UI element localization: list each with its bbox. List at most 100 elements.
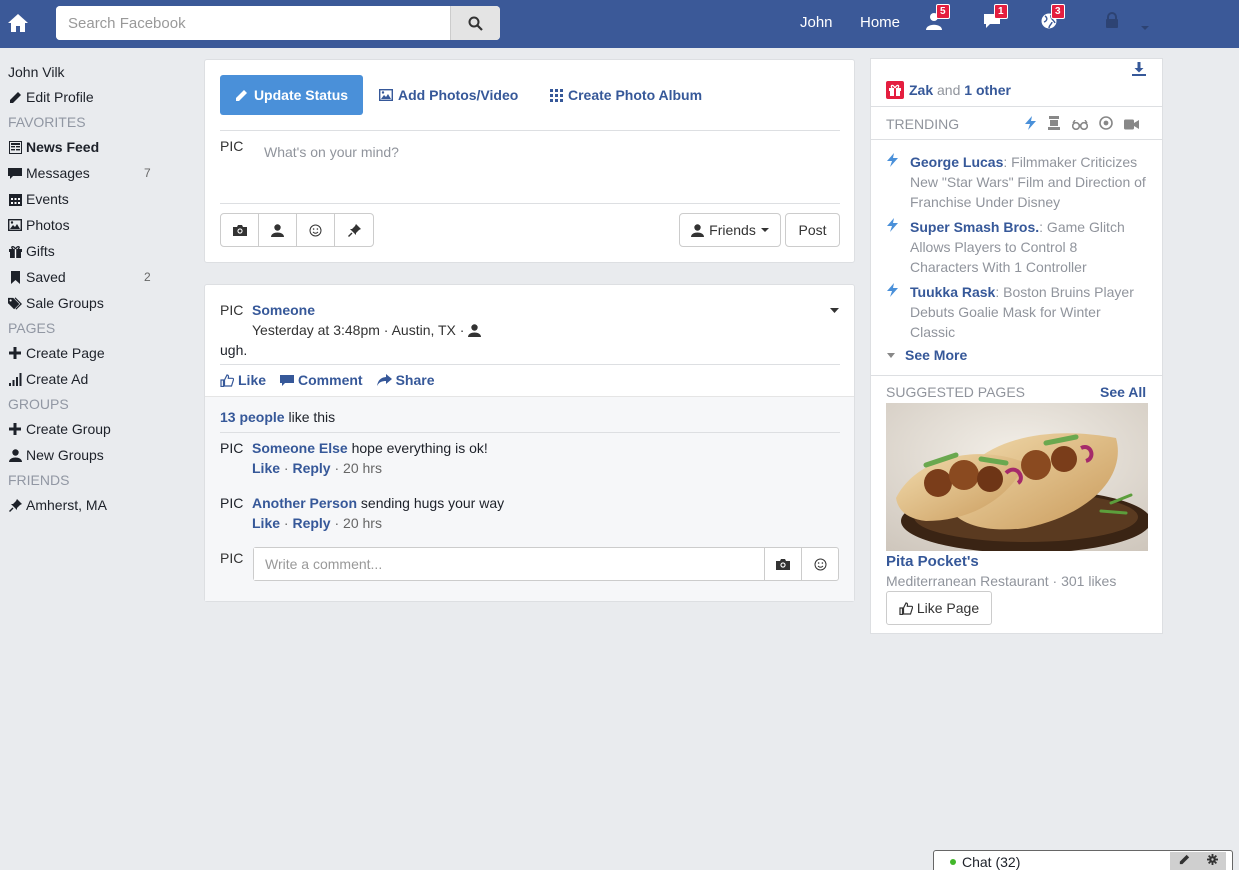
see-more-link[interactable]: See More: [887, 347, 967, 363]
birthday-name-link[interactable]: Zak: [909, 82, 933, 98]
home-icon[interactable]: [6, 10, 30, 36]
gear-icon: [1206, 854, 1218, 865]
likes-suffix: like this: [284, 409, 336, 425]
trending-filter-science[interactable]: [1071, 117, 1089, 133]
divider: [220, 203, 840, 204]
suggested-page-photo[interactable]: [886, 403, 1148, 551]
nav-home-link[interactable]: Home: [860, 14, 900, 31]
sidebar-item-label: Create Ad: [26, 371, 89, 387]
birthday-reminder: Zak and 1 other: [886, 81, 1011, 99]
nav-profile-link[interactable]: John: [800, 14, 833, 31]
birthday-other-link[interactable]: 1 other: [964, 82, 1011, 98]
comment-reply-link[interactable]: Reply: [292, 460, 330, 476]
comment-author-link[interactable]: Someone Else: [252, 440, 348, 456]
trending-item[interactable]: Tuukka Rask: Boston Bruins Player Debuts…: [887, 282, 1149, 342]
pushpin-icon: [8, 498, 22, 512]
sidebar-item-events[interactable]: Events: [8, 186, 158, 212]
comment-button[interactable]: Comment: [280, 372, 363, 388]
trending-filter-politics[interactable]: [1047, 116, 1061, 133]
sidebar-item-saved[interactable]: Saved 2: [8, 264, 158, 290]
sidebar-item-create-ad[interactable]: Create Ad: [8, 366, 158, 392]
update-status-button[interactable]: Update Status: [220, 75, 363, 115]
post-actions: Like Comment Share: [220, 372, 435, 388]
plus-icon: [8, 423, 22, 435]
add-photos-tab[interactable]: Add Photos/Video: [379, 87, 518, 103]
sidebar-item-label: Sale Groups: [26, 295, 104, 311]
audience-selector[interactable]: Friends: [679, 213, 781, 247]
like-button[interactable]: Like: [220, 372, 266, 388]
account-menu-button[interactable]: [1140, 18, 1164, 40]
trending-filter-sports[interactable]: [1099, 116, 1113, 133]
friend-requests-badge: 5: [936, 4, 950, 19]
like-page-button[interactable]: Like Page: [886, 591, 992, 625]
download-button[interactable]: [1132, 62, 1146, 79]
sidebar-item-create-page[interactable]: Create Page: [8, 340, 158, 366]
friend-requests-button[interactable]: 5: [925, 4, 950, 34]
sidebar-item-create-group[interactable]: Create Group: [8, 416, 158, 442]
trending-heading: TRENDING: [886, 116, 960, 132]
signal-bars-icon: [8, 372, 22, 386]
comment-like-link[interactable]: Like: [252, 515, 280, 531]
comment-actions: Like · Reply · 20 hrs: [252, 460, 382, 476]
comment-author-link[interactable]: Another Person: [252, 495, 357, 511]
post-meta: Yesterday at 3:48pm · Austin, TX ·: [252, 322, 482, 338]
divider: [220, 364, 840, 365]
trending-item[interactable]: Super Smash Bros.: Game Glitch Allows Pl…: [887, 217, 1149, 277]
messages-button[interactable]: 1: [983, 4, 1008, 34]
tag-friends-button[interactable]: [259, 214, 297, 246]
caret-down-icon: [1141, 26, 1149, 30]
camera-button[interactable]: [221, 214, 259, 246]
pencil-icon: [235, 89, 247, 101]
smiley-icon: [814, 558, 826, 570]
likes-count-link[interactable]: 13 people: [220, 409, 285, 425]
see-all-link[interactable]: See All: [1100, 384, 1146, 400]
comment-reply-link[interactable]: Reply: [292, 515, 330, 531]
post-button[interactable]: Post: [785, 213, 840, 247]
chat-settings-button[interactable]: [1206, 854, 1218, 868]
sidebar-section-favorites: FAVORITES: [8, 114, 86, 130]
comment-input[interactable]: [254, 548, 764, 580]
create-album-tab[interactable]: Create Photo Album: [550, 87, 702, 103]
share-button[interactable]: Share: [376, 372, 435, 388]
sidebar-item-gifts[interactable]: Gifts: [8, 238, 158, 264]
search-bar: [56, 6, 500, 40]
divider: [871, 139, 1162, 140]
new-message-button[interactable]: [1179, 854, 1190, 868]
trending-filter-entertainment[interactable]: [1124, 117, 1139, 133]
trending-item[interactable]: George Lucas: Filmmaker Criticizes New "…: [887, 152, 1149, 212]
post-timestamp-location: Yesterday at 3:48pm · Austin, TX ·: [252, 322, 465, 338]
sidebar-item-location[interactable]: Amherst, MA: [8, 492, 158, 518]
sidebar-item-photos[interactable]: Photos: [8, 212, 158, 238]
sidebar-user-name[interactable]: John Vilk: [8, 60, 158, 84]
feeling-button[interactable]: [297, 214, 335, 246]
left-sidebar: John Vilk Edit Profile FAVORITES News Fe…: [8, 60, 158, 518]
divider: [220, 432, 840, 433]
comment-emoji-button[interactable]: [801, 548, 838, 580]
search-button[interactable]: [450, 6, 500, 40]
saved-count: 2: [144, 270, 151, 284]
status-input[interactable]: What's on your mind?: [264, 144, 399, 160]
notifications-button[interactable]: 3: [1040, 4, 1065, 34]
comment-composer: [253, 547, 839, 581]
privacy-shortcuts-button[interactable]: [1104, 12, 1128, 34]
chat-bar[interactable]: Chat (32): [933, 850, 1233, 870]
sidebar-item-edit-profile[interactable]: Edit Profile: [8, 84, 158, 110]
sidebar-item-sale-groups[interactable]: Sale Groups: [8, 290, 158, 316]
comment-text: hope everything is ok!: [347, 440, 488, 456]
trending-filter-top[interactable]: [1025, 116, 1036, 133]
sidebar-item-new-groups[interactable]: New Groups: [8, 442, 158, 468]
post-options-button[interactable]: [830, 300, 839, 316]
download-icon: [1132, 62, 1146, 76]
post-author-link[interactable]: Someone: [252, 302, 315, 318]
government-icon: [1048, 116, 1060, 130]
comment-photo-button[interactable]: [764, 548, 801, 580]
suggested-page-name-link[interactable]: Pita Pocket's: [886, 553, 979, 570]
search-input[interactable]: [56, 6, 450, 40]
top-navbar: John Home 5 1 3: [0, 0, 1239, 48]
post-text: ugh.: [220, 342, 248, 358]
sidebar-item-messages[interactable]: Messages 7: [8, 160, 158, 186]
comment-like-link[interactable]: Like: [252, 460, 280, 476]
target-icon: [1099, 116, 1113, 130]
check-in-button[interactable]: [335, 214, 373, 246]
sidebar-item-news-feed[interactable]: News Feed: [8, 134, 158, 160]
